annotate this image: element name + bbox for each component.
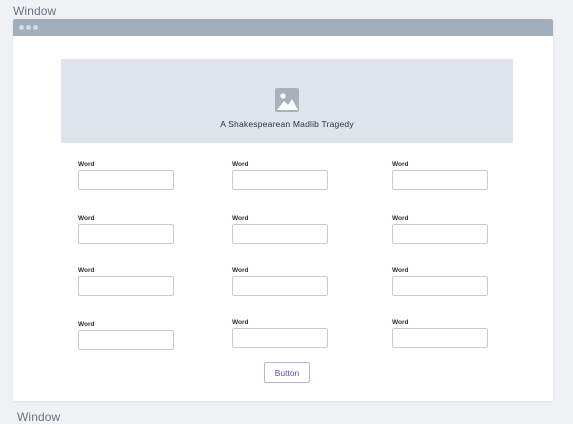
word-field-label: Word xyxy=(392,161,409,168)
image-icon xyxy=(275,88,299,112)
word-field: Word xyxy=(392,161,488,190)
submit-button[interactable]: Button xyxy=(264,362,310,383)
word-field: Word xyxy=(78,321,174,350)
word-input[interactable] xyxy=(78,330,174,350)
hero-image-placeholder: A Shakespearean Madlib Tragedy xyxy=(61,59,513,143)
word-field-label: Word xyxy=(78,215,95,222)
word-field: Word xyxy=(78,215,174,244)
word-input[interactable] xyxy=(392,276,488,296)
word-field: Word xyxy=(232,215,328,244)
word-input[interactable] xyxy=(78,276,174,296)
word-field: Word xyxy=(392,319,488,348)
word-field: Word xyxy=(392,215,488,244)
word-field: Word xyxy=(232,267,328,296)
window-frame: A Shakespearean Madlib Tragedy Word Word… xyxy=(13,19,553,401)
titlebar-dot-icon xyxy=(33,25,38,30)
section-label-window: Window xyxy=(17,410,61,424)
section-label-window: Window xyxy=(13,4,57,18)
word-input[interactable] xyxy=(392,170,488,190)
word-field-label: Word xyxy=(78,321,95,328)
window-titlebar xyxy=(13,19,553,36)
word-field: Word xyxy=(232,319,328,348)
titlebar-dot-icon xyxy=(26,25,31,30)
word-field: Word xyxy=(78,267,174,296)
word-input[interactable] xyxy=(232,224,328,244)
word-input[interactable] xyxy=(232,170,328,190)
word-input[interactable] xyxy=(78,170,174,190)
word-field-label: Word xyxy=(78,267,95,274)
word-field-label: Word xyxy=(232,161,249,168)
word-input[interactable] xyxy=(232,276,328,296)
word-field-label: Word xyxy=(232,267,249,274)
word-input[interactable] xyxy=(232,328,328,348)
word-field-label: Word xyxy=(232,215,249,222)
titlebar-dot-icon xyxy=(19,25,24,30)
word-input[interactable] xyxy=(392,328,488,348)
word-field-label: Word xyxy=(392,267,409,274)
word-field-label: Word xyxy=(392,215,409,222)
word-input[interactable] xyxy=(392,224,488,244)
word-field-label: Word xyxy=(232,319,249,326)
word-field-label: Word xyxy=(78,161,95,168)
word-field: Word xyxy=(232,161,328,190)
word-field: Word xyxy=(78,161,174,190)
word-field: Word xyxy=(392,267,488,296)
hero-caption: A Shakespearean Madlib Tragedy xyxy=(220,119,354,129)
word-field-label: Word xyxy=(392,319,409,326)
word-input[interactable] xyxy=(78,224,174,244)
